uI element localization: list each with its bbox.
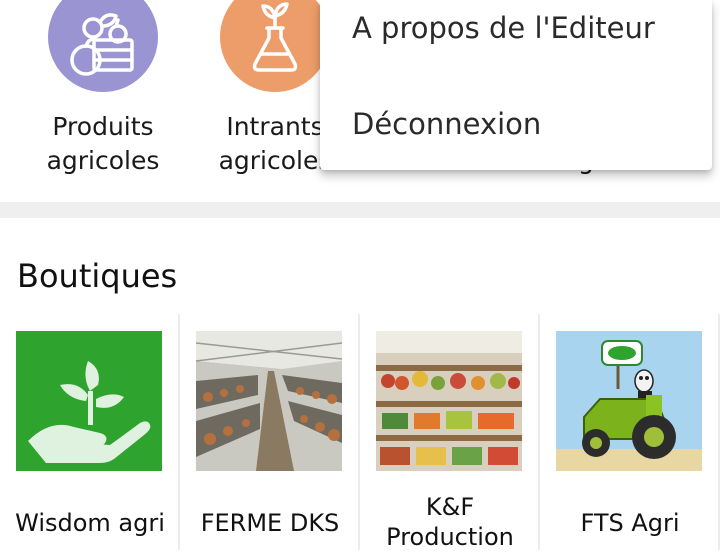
section-divider [0,202,720,218]
shop-card-fts-agri[interactable]: FTS Agri [540,314,720,550]
shop-name: FTS Agri [580,509,680,537]
cow-tractor-illustration [556,331,702,471]
shop-name: FERME DKS [200,509,340,537]
menu-item-deconnexion[interactable]: Déconnexion [320,104,712,184]
produce-basket-icon [48,0,158,92]
vegetable-stall-photo [376,331,522,471]
shop-card-wisdom-agri[interactable]: Wisdom agri [0,314,180,550]
section-title-boutiques: Boutiques [17,257,178,295]
shop-name: Wisdom agri [15,509,165,537]
flask-sprout-icon [220,0,330,92]
category-label: Produits agricoles [46,112,160,175]
menu-item-a-propos[interactable]: A propos de l'Editeur [320,8,712,88]
shop-card-ferme-dks[interactable]: FERME DKS [180,314,360,550]
shop-name: K&F Production [386,493,514,551]
shop-card-kf-production[interactable]: K&F Production [360,314,540,551]
hand-sprout-icon [16,331,162,471]
poultry-farm-photo [196,331,342,471]
overflow-menu: A propos de l'Editeur Déconnexion [320,0,712,170]
